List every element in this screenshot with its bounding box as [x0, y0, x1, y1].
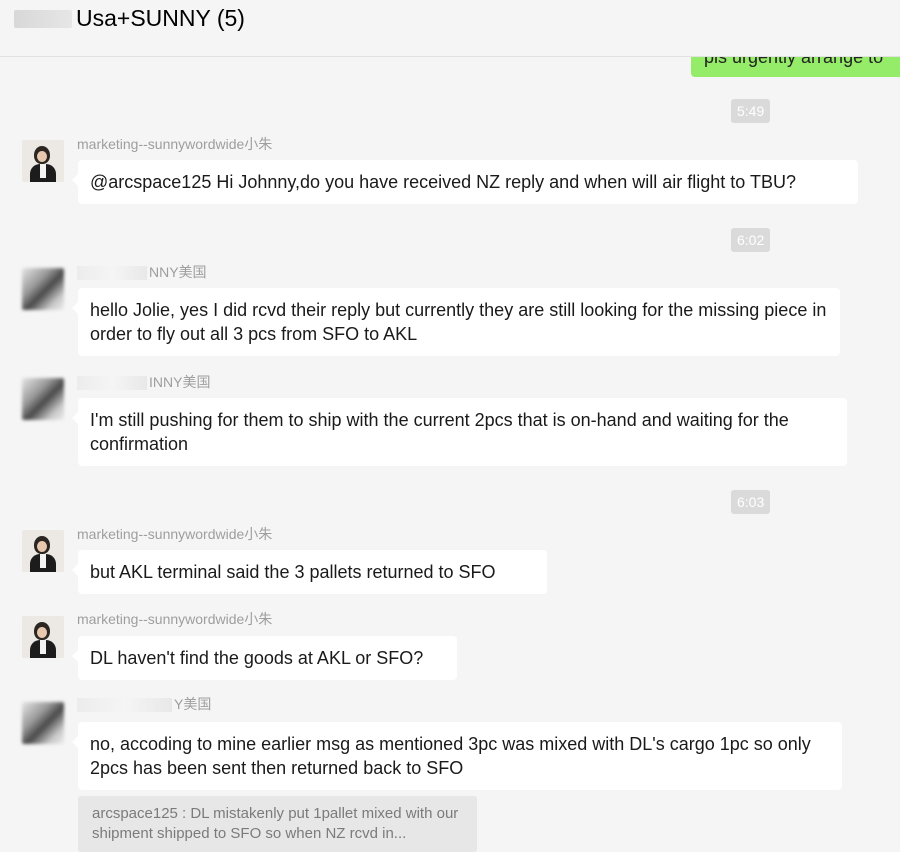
title-redacted-block [14, 10, 72, 28]
chat-header: Usa+SUNNY (5) [0, 0, 900, 57]
message-text: @arcspace125 Hi Johnny,do you have recei… [90, 172, 796, 192]
message-bubble[interactable]: but AKL terminal said the 3 pallets retu… [72, 550, 547, 594]
sender-name: marketing--sunnywordwide小朱 [77, 526, 273, 542]
message-text: but AKL terminal said the 3 pallets retu… [90, 562, 496, 582]
avatar[interactable] [22, 268, 64, 310]
timestamp: 6:02 [731, 228, 771, 252]
sender-name: marketing--sunnywordwide小朱 [77, 611, 273, 627]
message-text: hello Jolie, yes I did rcvd their reply … [90, 300, 827, 344]
message-bubble[interactable]: hello Jolie, yes I did rcvd their reply … [72, 288, 840, 356]
message-bubble[interactable]: @arcspace125 Hi Johnny,do you have recei… [72, 160, 858, 204]
sender-redacted-block [77, 266, 147, 281]
message-text: no, accoding to mine earlier msg as ment… [90, 734, 811, 778]
outgoing-message-text: pls urgently arrange to [704, 57, 884, 67]
outgoing-message-bubble[interactable]: pls urgently arrange to [691, 57, 900, 77]
sender-name: marketing--sunnywordwide小朱 [77, 136, 273, 152]
message-text: DL haven't find the goods at AKL or SFO? [90, 648, 424, 668]
timestamp: 5:49 [731, 99, 771, 123]
sender-name: NNY美国 [77, 262, 207, 282]
message-text: I'm still pushing for them to ship with … [90, 410, 789, 454]
quoted-reply[interactable]: arcspace125 : DL mistakenly put 1pallet … [78, 796, 477, 852]
message-bubble[interactable]: I'm still pushing for them to ship with … [72, 398, 847, 466]
avatar[interactable] [22, 140, 64, 182]
timestamp: 6:03 [731, 490, 771, 514]
avatar[interactable] [22, 616, 64, 658]
avatar[interactable] [22, 702, 64, 744]
message-list[interactable]: pls urgently arrange to 5:49 marketing--… [0, 57, 900, 852]
sender-name: INNY美国 [77, 372, 210, 392]
avatar[interactable] [22, 378, 64, 420]
sender-redacted-block [77, 376, 147, 391]
avatar[interactable] [22, 530, 64, 572]
message-bubble[interactable]: DL haven't find the goods at AKL or SFO? [72, 636, 457, 680]
sender-redacted-block [77, 698, 172, 713]
message-bubble[interactable]: no, accoding to mine earlier msg as ment… [72, 722, 842, 790]
sender-name: Y美国 [77, 694, 211, 714]
quoted-text: arcspace125 : DL mistakenly put 1pallet … [92, 805, 459, 842]
chat-title[interactable]: Usa+SUNNY (5) [76, 5, 245, 32]
